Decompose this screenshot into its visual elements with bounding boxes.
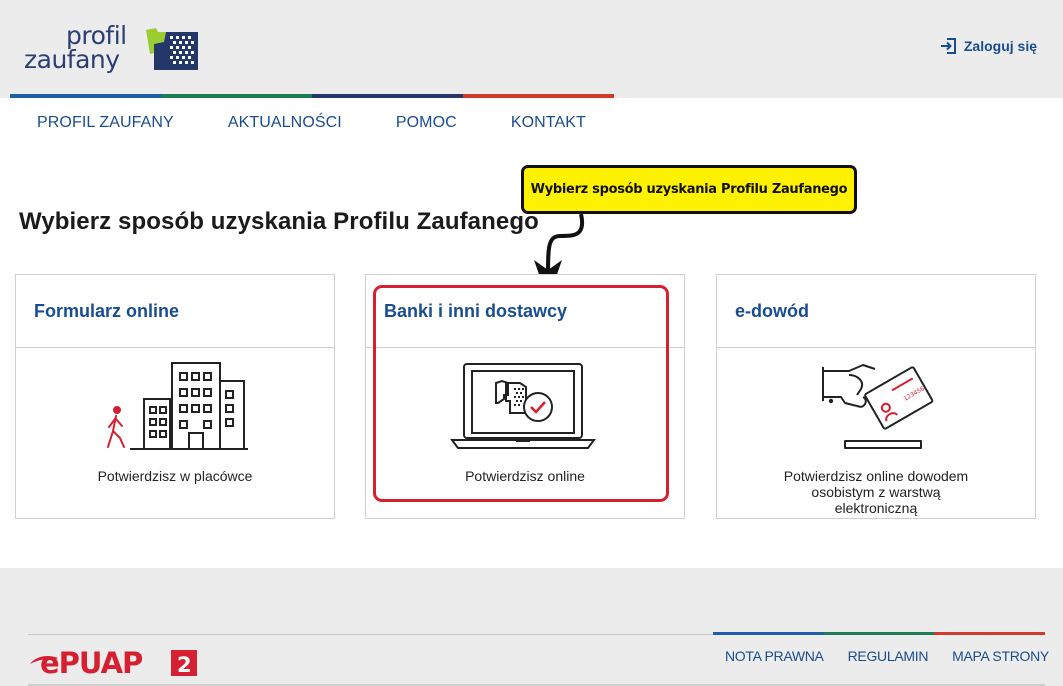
card-description: Potwierdzisz online <box>465 468 585 484</box>
page-title: Wybierz sposób uzyskania Profilu Zaufane… <box>19 208 539 235</box>
login-icon <box>940 38 956 54</box>
logo-text: profil zaufany <box>24 23 127 74</box>
card-description: Potwierdzisz online dowodem osobistym z … <box>783 468 969 516</box>
footer-link-regulamin[interactable]: REGULAMIN <box>836 648 941 664</box>
header-color-stripe <box>10 94 614 98</box>
card-title: e-dowód <box>717 275 1035 348</box>
epuap-wordmark: ePUAP <box>40 646 143 678</box>
card-formularz-online[interactable]: Formularz online Potwierdzisz w placówce <box>15 274 335 519</box>
building-icon <box>16 361 334 453</box>
card-banki-i-inni-dostawcy[interactable]: Banki i inni dostawcy Potwierdzisz onlin… <box>365 274 685 519</box>
nav-item-kontakt[interactable]: KONTAKT <box>494 106 603 140</box>
callout-tooltip: Wybierz sposób uzyskania Profilu Zaufane… <box>521 165 857 214</box>
card-description: Potwierdzisz w placówce <box>97 468 253 484</box>
footer-link-mapa-strony[interactable]: MAPA STRONY <box>940 648 1061 664</box>
nav-item-pomoc[interactable]: POMOC <box>379 106 474 140</box>
card-title: Formularz online <box>16 275 334 348</box>
profil-zaufany-logo[interactable]: profil zaufany <box>24 23 204 76</box>
main-nav: PROFIL ZAUFANY AKTUALNOŚCI POMOC KONTAKT <box>20 106 603 140</box>
card-title: Banki i inni dostawcy <box>366 275 684 348</box>
card-e-dowod[interactable]: e-dowód 123456 Potwierdzisz online dowod… <box>716 274 1036 519</box>
footer: ePUAP 2 NOTA PRAWNA REGULAMIN MAPA STRON… <box>0 568 1063 686</box>
nav-item-profil-zaufany[interactable]: PROFIL ZAUFANY <box>20 106 191 140</box>
logo-line-2: zaufany <box>24 45 120 74</box>
nav-item-aktualnosci[interactable]: AKTUALNOŚCI <box>211 106 359 140</box>
epuap-logo[interactable]: ePUAP 2 <box>28 646 200 683</box>
laptop-icon <box>366 361 684 453</box>
epuap-badge: 2 <box>177 653 192 677</box>
login-label: Zaloguj się <box>963 38 1037 54</box>
login-link[interactable]: Zaloguj się <box>940 37 1037 55</box>
logo-mark-icon <box>146 28 198 70</box>
footer-link-nota-prawna[interactable]: NOTA PRAWNA <box>713 648 836 664</box>
footer-links: NOTA PRAWNA REGULAMIN MAPA STRONY <box>713 648 1061 664</box>
id-card-icon: 123456 <box>717 361 1035 453</box>
header: profil zaufany Zaloguj się <box>0 0 1063 98</box>
footer-color-stripe <box>713 632 1046 635</box>
